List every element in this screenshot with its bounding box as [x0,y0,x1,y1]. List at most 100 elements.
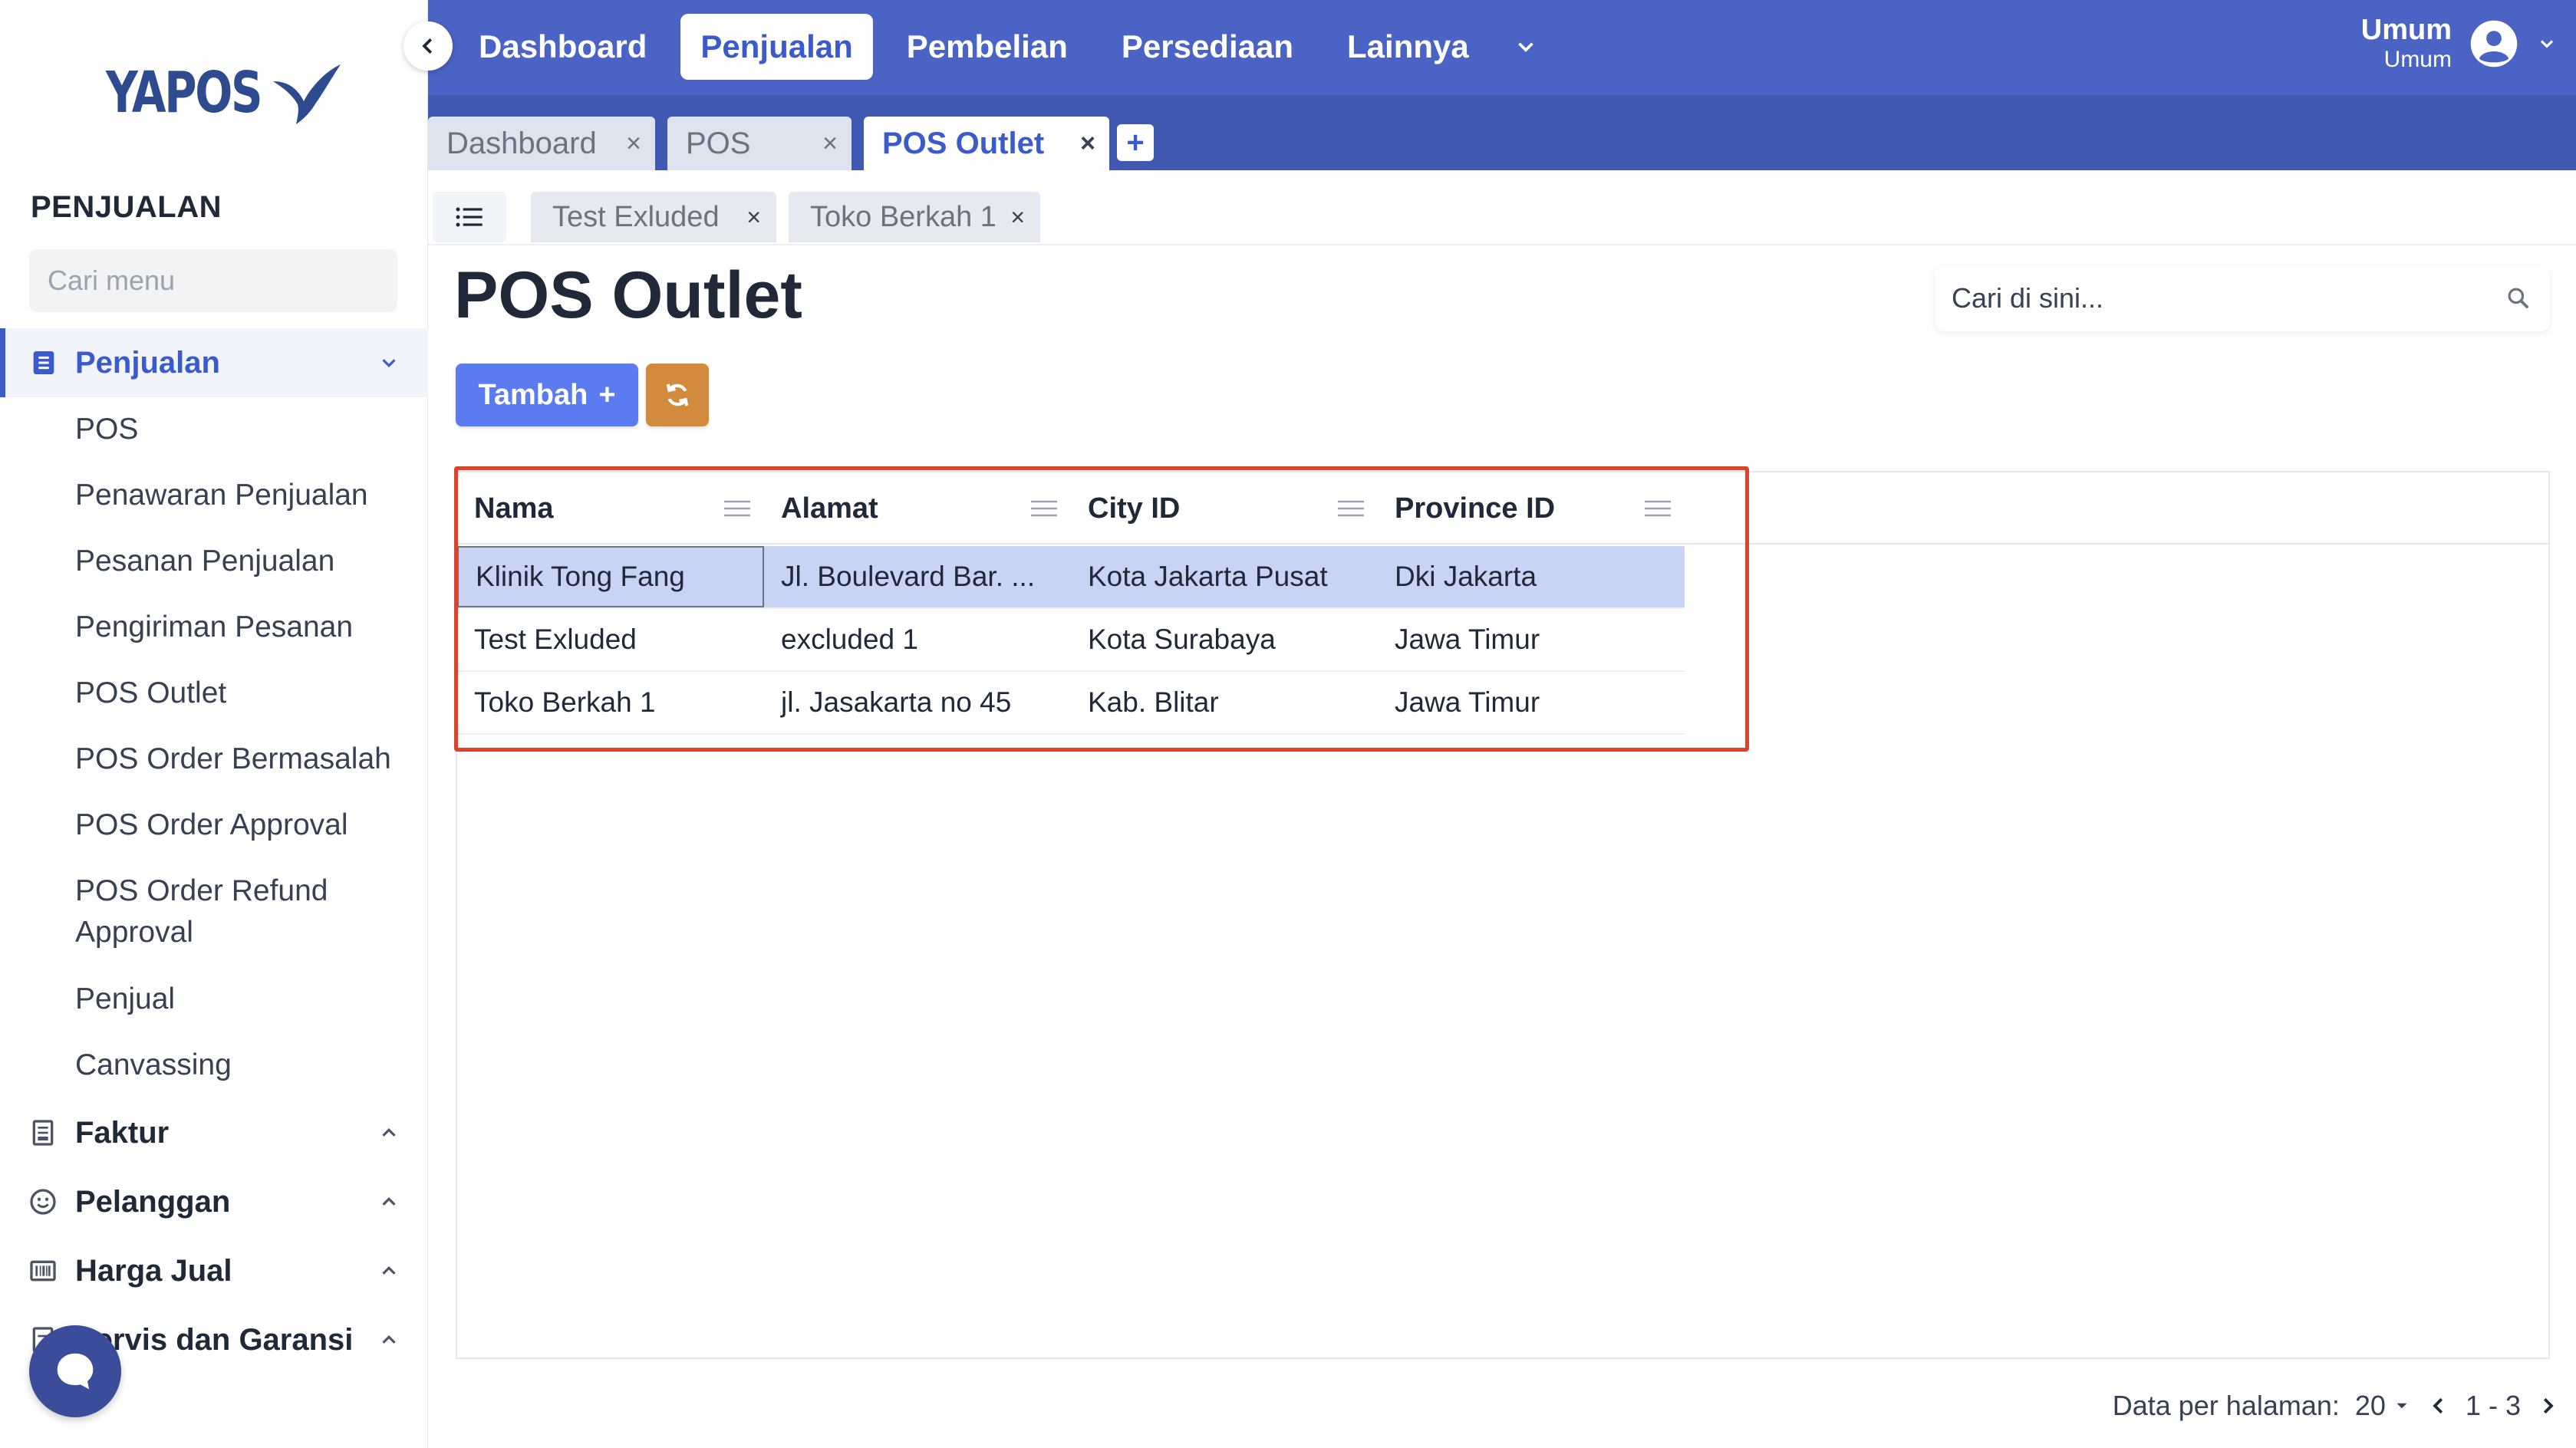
topnav-more-button[interactable] [1503,14,1549,80]
refresh-button[interactable] [646,364,709,426]
column-header-city-id[interactable]: City ID [1071,472,1378,545]
table-cell[interactable]: Kab. Blitar [1071,672,1378,733]
sidebar-item-pesanan-penjualan[interactable]: Pesanan Penjualan [75,541,413,582]
menu-search[interactable] [29,249,404,312]
add-button[interactable]: Tambah + [456,364,638,426]
table-cell[interactable]: Klinik Tong Fang [457,546,764,607]
column-menu-icon[interactable] [1645,500,1671,517]
table-cell[interactable]: Kota Jakarta Pusat [1071,546,1378,607]
sidebar-group-penjualan[interactable]: Penjualan [0,328,428,397]
refresh-icon [666,383,689,406]
record-tab-test-exluded[interactable]: Test Exluded × [531,192,776,242]
search-icon[interactable] [2504,284,2533,313]
sidebar-group-pelanggan[interactable]: Pelanggan [0,1167,428,1236]
chevron-right-icon[interactable] [2536,1394,2559,1417]
sidebar-group-label: Harga Jual [75,1253,232,1288]
column-header-nama[interactable]: Nama [457,472,764,545]
window-tab-dashboard[interactable]: Dashboard × [428,117,655,170]
sidebar-group-faktur[interactable]: Faktur [0,1098,428,1167]
table-row[interactable]: Test Exluded excluded 1 Kota Surabaya Ja… [457,609,1685,672]
chevron-up-icon [382,1128,396,1137]
topnav-lainnya[interactable]: Lainnya [1327,14,1489,80]
table-cell[interactable]: Kota Surabaya [1071,609,1378,670]
topnav-dashboard[interactable]: Dashboard [459,14,667,80]
content-search[interactable] [1935,265,2550,331]
table-cell[interactable]: Jawa Timur [1378,672,1685,733]
sidebar-group-label: Penjualan [75,345,220,380]
record-tab-toko-berkah-1[interactable]: Toko Berkah 1 × [789,192,1040,242]
chevron-down-icon [382,359,396,367]
chat-widget-button[interactable] [29,1325,121,1417]
document-list-icon [33,351,54,374]
content-search-input[interactable] [1952,282,2504,314]
topnav-pembelian[interactable]: Pembelian [887,14,1088,80]
bird-logo-icon [273,64,341,124]
sidebar: YAPOS PENJUALAN Penjualan POS Penawaran … [0,0,428,1448]
sidebar-item-penjual[interactable]: Penjual [75,979,413,1020]
add-tab-button[interactable]: + [1117,124,1154,161]
barcode-icon [30,1260,56,1282]
app-logo[interactable]: YAPOS [106,58,344,127]
column-header-alamat[interactable]: Alamat [764,472,1071,545]
sidebar-item-pos-outlet[interactable]: POS Outlet [75,673,413,714]
user-name: Umum [2360,14,2452,46]
sidebar-item-penawaran-penjualan[interactable]: Penawaran Penjualan [75,475,413,516]
pagination: Data per halaman: 20 1 - 3 [2113,1390,2559,1422]
sidebar-item-pengiriman-pesanan[interactable]: Pengiriman Pesanan [75,607,413,648]
close-icon[interactable]: × [626,129,641,159]
window-tab-bar: Dashboard × POS × POS Outlet × [428,95,2576,170]
table-cell[interactable]: jl. Jasakarta no 45 [764,672,1071,733]
tab-label: Test Exluded [552,200,720,233]
list-icon [456,207,483,227]
column-header-label: Nama [474,492,554,525]
sidebar-section-title: PENJUALAN [31,190,222,224]
column-menu-icon[interactable] [724,500,750,517]
collapse-sidebar-button[interactable] [404,21,453,71]
add-button-label: Tambah [478,378,588,411]
logo-text: YAPOS [106,60,263,126]
close-icon[interactable]: × [1080,129,1095,159]
data-grid: Nama Alamat City ID Province ID Klinik T… [456,471,2550,1359]
tab-label: Dashboard [446,126,597,160]
list-view-button[interactable] [433,192,506,242]
plus-icon: + [598,378,616,411]
main-menu: Dashboard Penjualan Pembelian Persediaan… [459,14,1549,80]
table-cell[interactable]: Toko Berkah 1 [457,672,764,733]
window-tab-pos[interactable]: POS × [667,117,852,170]
topnav-penjualan[interactable]: Penjualan [680,14,873,80]
window-tab-pos-outlet[interactable]: POS Outlet × [864,117,1109,170]
per-page-select[interactable]: 20 [2355,1390,2412,1422]
sidebar-item-canvassing[interactable]: Canvassing [75,1045,413,1086]
chevron-left-icon[interactable] [2427,1394,2450,1417]
column-header-label: Province ID [1395,492,1556,525]
sidebar-item-pos-order-approval[interactable]: POS Order Approval [75,805,413,846]
column-header-province-id[interactable]: Province ID [1378,472,1685,545]
table-row[interactable]: Klinik Tong Fang Jl. Boulevard Bar. ... … [457,546,1685,609]
close-icon[interactable]: × [1010,203,1025,232]
sidebar-group-harga-jual[interactable]: Harga Jual [0,1236,428,1305]
chevron-down-icon[interactable] [2536,33,2558,54]
tab-label: POS Outlet [882,126,1045,160]
table-row[interactable]: Toko Berkah 1 jl. Jasakarta no 45 Kab. B… [457,672,1685,735]
table-cell[interactable]: excluded 1 [764,609,1071,670]
table-cell[interactable]: Jl. Boulevard Bar. ... [764,546,1071,607]
column-menu-icon[interactable] [1031,500,1057,517]
menu-search-input[interactable] [48,265,404,297]
table-cell[interactable]: Dki Jakarta [1378,546,1685,607]
close-icon[interactable]: × [746,203,761,232]
chat-bubble-icon [57,1353,94,1390]
topnav-persediaan[interactable]: Persediaan [1102,14,1313,80]
page-range: 1 - 3 [2465,1390,2521,1421]
sidebar-item-pos[interactable]: POS [75,409,413,450]
table-cell[interactable]: Jawa Timur [1378,609,1685,670]
user-menu[interactable]: Umum Umum [2361,14,2558,73]
receipt-icon [32,1120,54,1146]
close-icon[interactable]: × [822,129,838,159]
sidebar-item-pos-order-refund-approval[interactable]: POS Order Refund Approval [75,870,367,953]
caret-down-icon [2396,1403,2407,1409]
table-cell[interactable]: Test Exluded [457,609,764,670]
chevron-left-icon [422,38,433,54]
sidebar-item-pos-order-bermasalah[interactable]: POS Order Bermasalah [75,739,413,780]
user-avatar-icon[interactable] [2469,18,2519,69]
column-menu-icon[interactable] [1338,500,1364,517]
